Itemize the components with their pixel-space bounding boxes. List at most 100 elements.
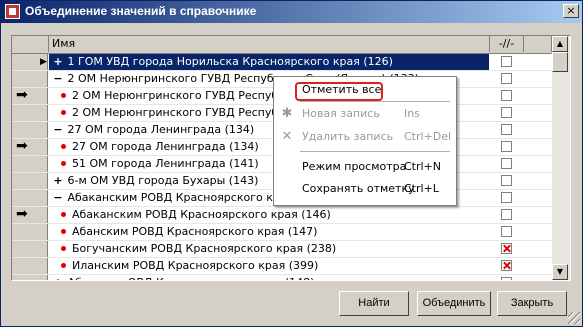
- resize-grip[interactable]: [568, 312, 580, 324]
- menu-item[interactable]: ✱ Новая запись Ins: [274, 103, 456, 125]
- row-indicator[interactable]: [12, 190, 48, 206]
- row-indicator[interactable]: [12, 241, 48, 257]
- expand-icon[interactable]: +: [52, 275, 64, 280]
- mark-checkbox[interactable]: [501, 141, 512, 152]
- delete-icon: ✕: [281, 129, 293, 144]
- arrow-icon: ➡: [16, 138, 28, 154]
- scroll-thumb[interactable]: [552, 52, 568, 72]
- table-row[interactable]: ➡ Абаканским РОВД Красноярского края (146…: [12, 206, 552, 224]
- row-name[interactable]: Абанским РОВД Красноярского края (147): [49, 224, 489, 240]
- bullet-icon: [61, 161, 66, 166]
- row-indicator[interactable]: [12, 224, 48, 240]
- grid-header: Имя -//-: [12, 36, 552, 54]
- merge-button[interactable]: Объединить: [417, 291, 491, 316]
- vertical-scrollbar[interactable]: ▲ ▼: [552, 36, 570, 280]
- mark-checkbox[interactable]: [501, 277, 512, 280]
- mark-checkbox[interactable]: [501, 124, 512, 135]
- menu-item[interactable]: Отметить все: [274, 79, 456, 101]
- bullet-icon: [61, 144, 66, 149]
- row-indicator[interactable]: [12, 156, 48, 172]
- row-name[interactable]: Абаканским РОВД Красноярского края (146): [49, 207, 489, 223]
- column-header-name[interactable]: Имя: [49, 36, 490, 52]
- menu-item[interactable]: ✕ Удалить запись Ctrl+Del: [274, 126, 456, 148]
- row-label: Иланским РОВД Красноярского края (399): [72, 259, 319, 272]
- row-label: 27 ОМ города Ленинграда (134): [67, 123, 255, 136]
- menu-item-label: Новая запись: [302, 107, 380, 120]
- row-label: Абаканским РОВД Красноярского края (146): [72, 208, 331, 221]
- close-button[interactable]: Закрыть: [497, 291, 567, 316]
- bullet-icon: [61, 93, 66, 98]
- mark-checkbox[interactable]: [501, 90, 512, 101]
- column-header-empty: [524, 36, 552, 52]
- row-indicator[interactable]: [12, 122, 48, 138]
- menu-item-shortcut: Ctrl+Del: [404, 130, 452, 143]
- table-row[interactable]: Иланским РОВД Красноярского края (399): [12, 258, 552, 275]
- window-title: Объединение значений в справочнике: [25, 4, 257, 18]
- arrow-icon: ➡: [16, 87, 28, 103]
- find-button[interactable]: Найти: [339, 291, 409, 316]
- row-indicator[interactable]: ➡: [12, 87, 48, 104]
- app-icon: [5, 4, 20, 19]
- column-header-mark[interactable]: -//-: [490, 36, 524, 52]
- row-indicator[interactable]: [12, 173, 48, 189]
- mark-checkbox[interactable]: [501, 243, 512, 254]
- new-record-icon: ✱: [281, 106, 293, 121]
- menu-item-shortcut: Ctrl+N: [404, 160, 442, 173]
- menu-item[interactable]: Режим просмотра Ctrl+N: [274, 156, 456, 178]
- row-label: Абинским ОВД Краснодарского края (148): [68, 276, 315, 280]
- row-name[interactable]: + 1 ГОМ УВД города Норильска Красноярско…: [49, 54, 489, 70]
- mark-checkbox[interactable]: [501, 107, 512, 118]
- collapse-icon[interactable]: −: [52, 190, 64, 206]
- row-indicator[interactable]: [12, 275, 48, 280]
- row-indicator[interactable]: ▶: [12, 54, 48, 70]
- bullet-icon: [61, 110, 66, 115]
- row-name[interactable]: Иланским РОВД Красноярского края (399): [49, 258, 489, 274]
- table-row[interactable]: + Абинским ОВД Краснодарского края (148): [12, 275, 552, 280]
- expand-icon[interactable]: +: [52, 173, 64, 189]
- menu-item-label: Режим просмотра: [302, 160, 407, 173]
- row-label: Богучанским РОВД Красноярского края (238…: [72, 242, 337, 255]
- menu-item-label: Удалить запись: [302, 130, 394, 143]
- mark-checkbox[interactable]: [501, 158, 512, 169]
- mark-checkbox[interactable]: [501, 209, 512, 220]
- expand-icon[interactable]: +: [52, 54, 64, 70]
- row-label: 6-м ОМ УВД города Бухары (143): [67, 174, 259, 187]
- table-row[interactable]: Богучанским РОВД Красноярского края (238…: [12, 241, 552, 258]
- scroll-up-button[interactable]: ▲: [552, 36, 568, 52]
- mark-checkbox[interactable]: [501, 73, 512, 84]
- mark-checkbox[interactable]: [501, 56, 512, 67]
- indicator-header: [12, 36, 49, 52]
- context-menu: Отметить все ✱ Новая запись Ins ✕ Удалить зап…: [273, 76, 457, 206]
- row-indicator[interactable]: ➡: [12, 206, 48, 223]
- merge-dialog-window: Объединение значений в справочнике × Имя…: [0, 0, 583, 327]
- row-indicator[interactable]: [12, 105, 48, 121]
- row-name[interactable]: + Абинским ОВД Краснодарского края (148): [49, 275, 489, 280]
- arrow-icon: ➡: [16, 206, 28, 222]
- table-row[interactable]: ▶ + 1 ГОМ УВД города Норильска Красноярск…: [12, 54, 552, 71]
- mark-checkbox[interactable]: [501, 260, 512, 271]
- collapse-icon[interactable]: −: [52, 122, 64, 138]
- row-label: 1 ГОМ УВД города Норильска Красноярского…: [67, 55, 393, 68]
- bullet-icon: [61, 246, 66, 251]
- mark-checkbox[interactable]: [501, 175, 512, 186]
- scroll-down-button[interactable]: ▼: [552, 264, 568, 280]
- collapse-icon[interactable]: −: [52, 71, 64, 87]
- table-row[interactable]: Абанским РОВД Красноярского края (147): [12, 224, 552, 241]
- menu-separator: [300, 101, 450, 102]
- menu-item-label: Сохранять отметку: [302, 182, 415, 195]
- row-label: Абанским РОВД Красноярского края (147): [72, 225, 318, 238]
- bullet-icon: [61, 229, 66, 234]
- current-row-icon: ▶: [40, 57, 47, 67]
- menu-item[interactable]: Сохранять отметку Ctrl+L: [274, 178, 456, 200]
- mark-checkbox[interactable]: [501, 192, 512, 203]
- close-window-button[interactable]: ×: [563, 4, 579, 18]
- row-label: 27 ОМ города Ленинграда (134): [72, 140, 259, 153]
- row-name[interactable]: Богучанским РОВД Красноярского края (238…: [49, 241, 489, 257]
- row-indicator[interactable]: [12, 258, 48, 274]
- mark-checkbox[interactable]: [501, 226, 512, 237]
- menu-item-shortcut: Ctrl+L: [404, 182, 439, 195]
- row-indicator[interactable]: [12, 71, 48, 87]
- row-label: 51 ОМ города Ленинграда (141): [72, 157, 259, 170]
- row-indicator[interactable]: ➡: [12, 138, 48, 155]
- title-bar[interactable]: Объединение значений в справочнике ×: [1, 1, 582, 23]
